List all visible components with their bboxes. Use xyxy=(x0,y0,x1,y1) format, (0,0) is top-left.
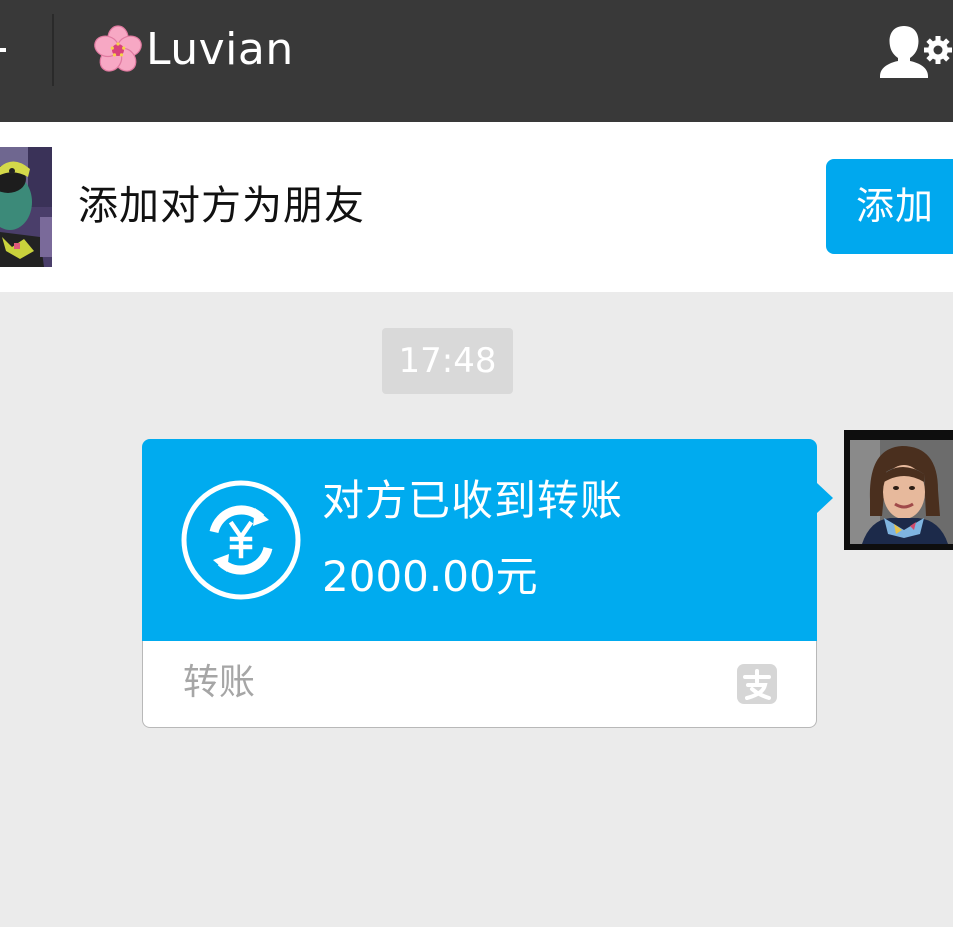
contact-avatar[interactable] xyxy=(0,147,52,267)
bubble-tail xyxy=(817,483,833,513)
my-avatar[interactable] xyxy=(844,430,953,550)
chat-title-text: Luvian xyxy=(146,24,294,75)
transfer-type-label: 转账 xyxy=(183,662,256,703)
alipay-icon xyxy=(737,664,777,704)
transfer-card-footer: 转账 xyxy=(142,641,817,728)
transfer-message-card[interactable]: 对方已收到转账 2000.00元 转账 xyxy=(142,439,833,728)
message-timestamp: 17:48 xyxy=(382,328,513,394)
back-arrow-icon[interactable] xyxy=(0,36,22,64)
title-bar: Luvian xyxy=(0,0,953,122)
add-friend-button[interactable]: 添加 xyxy=(826,159,953,254)
yuan-transfer-icon xyxy=(181,480,301,600)
add-friend-bar: 添加对方为朋友 添加 xyxy=(0,122,953,292)
transfer-status: 对方已收到转账 xyxy=(322,476,624,525)
chat-title: Luvian xyxy=(92,22,294,78)
transfer-card-header: 对方已收到转账 2000.00元 xyxy=(142,439,817,641)
cherry-blossom-icon xyxy=(92,24,144,76)
add-friend-prompt: 添加对方为朋友 xyxy=(78,183,365,229)
transfer-amount: 2000.00元 xyxy=(322,552,538,601)
profile-settings-icon[interactable] xyxy=(878,20,953,82)
divider xyxy=(52,14,54,86)
